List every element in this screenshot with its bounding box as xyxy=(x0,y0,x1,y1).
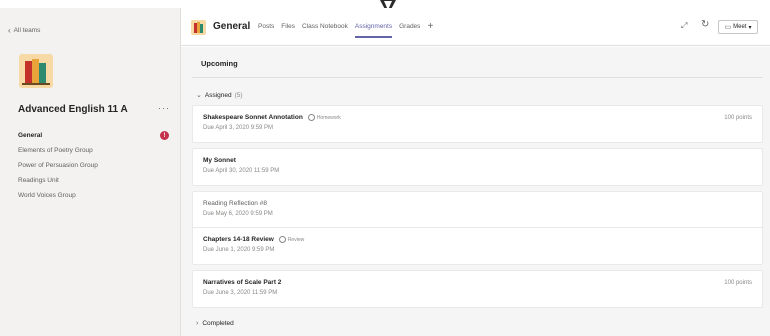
sidebar: ‹ All teams Advanced English 11 A ··· Ge… xyxy=(0,8,181,336)
assignment-title: Shakespeare Sonnet Annotation Homework xyxy=(203,114,341,121)
assignment-due: Due April 3, 2020 9:59 PM xyxy=(203,125,274,131)
assignment-due: Due June 1, 2020 9:59 PM xyxy=(203,247,275,253)
assignment-title-text: Narratives of Scale Part 2 xyxy=(203,279,282,286)
channel-label: Power of Persuasion Group xyxy=(18,162,98,169)
channel-header: General Posts Files Class Notebook Assig… xyxy=(181,8,770,46)
assignment-card[interactable]: Chapters 14-18 Review Review Due June 1,… xyxy=(192,227,763,265)
chevron-right-icon: › xyxy=(196,320,199,327)
assignments-panel: Upcoming ⌄ Assigned (5) Shakespeare Sonn… xyxy=(181,47,770,336)
tag-label: Homework xyxy=(316,114,341,121)
team-logo xyxy=(19,54,53,88)
assignment-title-text: My Sonnet xyxy=(203,157,236,164)
assigned-label: Assigned xyxy=(204,91,232,99)
chevron-left-icon: ‹ xyxy=(8,25,11,35)
assignment-due: Due May 6, 2020 9:59 PM xyxy=(203,211,273,217)
assignment-tag: Homework xyxy=(307,114,341,121)
assignment-due: Due June 3, 2020 11:59 PM xyxy=(203,290,278,296)
tab-posts[interactable]: Posts xyxy=(258,23,274,38)
assignment-card[interactable]: Reading Reflection #8 Due May 6, 2020 9:… xyxy=(192,191,763,229)
tag-ring-icon xyxy=(307,114,315,121)
assignment-card[interactable]: Shakespeare Sonnet Annotation Homework D… xyxy=(192,105,763,143)
video-camera-icon: ▭ xyxy=(724,24,732,31)
divider xyxy=(192,77,763,78)
assignment-card[interactable]: My Sonnet Due April 30, 2020 11:59 PM xyxy=(192,148,763,186)
completed-group-toggle[interactable]: › Completed xyxy=(196,320,234,327)
more-icon[interactable]: ··· xyxy=(158,103,170,113)
assignment-title-text: Chapters 14-18 Review xyxy=(203,236,274,243)
tag-ring-icon xyxy=(278,236,286,243)
expand-icon[interactable]: ⤢ xyxy=(681,21,687,31)
channel-item-general[interactable]: General ! xyxy=(0,128,180,143)
assignment-title: Reading Reflection #8 xyxy=(203,200,267,207)
alert-icon: ! xyxy=(160,131,169,140)
back-to-teams-link[interactable]: ‹ All teams xyxy=(8,25,41,35)
tab-grades[interactable]: Grades xyxy=(399,23,420,38)
assigned-group-toggle[interactable]: ⌄ Assigned (5) xyxy=(196,91,243,100)
back-label: All teams xyxy=(13,27,41,34)
assignment-card[interactable]: Narratives of Scale Part 2 Due June 3, 2… xyxy=(192,270,763,308)
meet-label: Meet xyxy=(733,24,747,30)
refresh-icon[interactable]: ↻ xyxy=(701,19,709,30)
add-tab-icon[interactable]: + xyxy=(427,22,433,38)
channel-label: General xyxy=(18,132,43,139)
tab-assignments[interactable]: Assignments xyxy=(354,23,393,38)
channel-item-world-voices[interactable]: World Voices Group xyxy=(0,188,180,203)
assignment-points: 100 points xyxy=(724,280,752,286)
channel-team-logo xyxy=(191,20,206,35)
tab-bar: Posts Files Class Notebook Assignments G… xyxy=(258,22,433,38)
assignment-title-text: Reading Reflection #8 xyxy=(203,200,267,207)
upcoming-heading: Upcoming xyxy=(201,59,238,68)
assignment-points: 100 points xyxy=(724,115,752,121)
channel-title: General xyxy=(213,21,251,32)
assignment-title: My Sonnet xyxy=(203,157,236,164)
channel-item-readings-unit[interactable]: Readings Unit xyxy=(0,173,180,188)
tab-class-notebook[interactable]: Class Notebook xyxy=(302,23,348,38)
meet-button[interactable]: ▭ Meet ▾ xyxy=(718,20,758,34)
channel-label: Elements of Poetry Group xyxy=(18,147,93,154)
channel-label: Readings Unit xyxy=(18,177,59,184)
tab-files[interactable]: Files xyxy=(281,23,295,38)
chevron-down-icon: ⌄ xyxy=(196,92,202,99)
channel-label: World Voices Group xyxy=(18,192,76,199)
tag-label: Review xyxy=(287,236,305,243)
completed-label: Completed xyxy=(202,320,234,327)
assignment-tag: Review xyxy=(278,236,305,243)
team-name: Advanced English 11 A xyxy=(18,104,128,115)
chevron-down-icon: ▾ xyxy=(748,24,752,31)
assignment-title-text: Shakespeare Sonnet Annotation xyxy=(203,114,303,121)
assignment-due: Due April 30, 2020 11:59 PM xyxy=(203,168,280,174)
channel-item-power-of-persuasion[interactable]: Power of Persuasion Group xyxy=(0,158,180,173)
assignment-title: Chapters 14-18 Review Review xyxy=(203,236,304,243)
channel-list: General ! Elements of Poetry Group Power… xyxy=(0,128,180,203)
assignment-title: Narratives of Scale Part 2 xyxy=(203,279,281,286)
assigned-count: (5) xyxy=(234,91,243,99)
channel-item-elements-of-poetry[interactable]: Elements of Poetry Group xyxy=(0,143,180,158)
